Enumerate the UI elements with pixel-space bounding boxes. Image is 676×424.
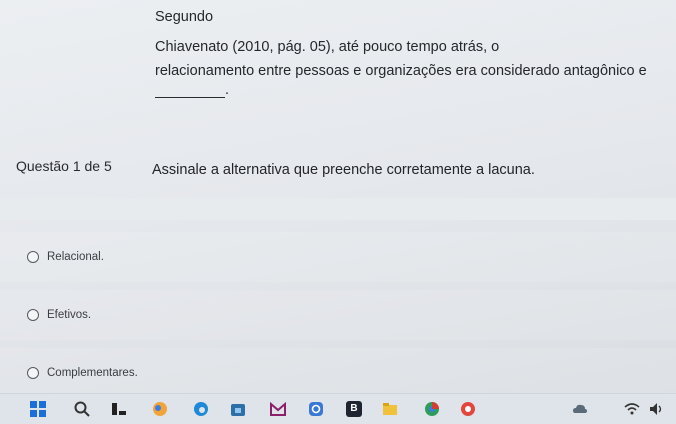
- volume-icon[interactable]: [648, 401, 664, 417]
- option-item[interactable]: Efetivos.: [0, 290, 676, 340]
- search-icon[interactable]: [74, 401, 90, 417]
- question-text-line2: Chiavenato (2010, pág. 05), até pouco te…: [155, 39, 500, 55]
- widgets-icon[interactable]: [152, 401, 168, 417]
- question-text-line3: relacionamento entre pessoas e organizaç…: [155, 63, 647, 79]
- music-app-icon[interactable]: [460, 401, 476, 417]
- wifi-icon[interactable]: [624, 401, 640, 417]
- app-b-icon[interactable]: B: [346, 401, 362, 417]
- radio-button[interactable]: [27, 309, 39, 321]
- radio-button[interactable]: [27, 367, 39, 379]
- mail-icon[interactable]: [270, 401, 286, 417]
- question-counter: Questão 1 de 5: [16, 158, 112, 174]
- option-label: Relacional.: [47, 251, 104, 263]
- option-label: Efetivos.: [47, 309, 92, 321]
- chrome-icon[interactable]: [424, 401, 440, 417]
- option-label: Complementares.: [47, 367, 138, 379]
- question-prompt: Assinale a alternativa que preenche corr…: [152, 162, 535, 178]
- option-item[interactable]: Relacional.: [0, 232, 676, 282]
- instagram-icon[interactable]: [308, 401, 324, 417]
- cloud-icon[interactable]: [572, 401, 588, 417]
- taskbar: B: [0, 393, 676, 424]
- question-blank: .: [155, 82, 229, 98]
- store-icon[interactable]: [230, 401, 246, 417]
- divider-band: [0, 198, 676, 220]
- windows-start-icon[interactable]: [30, 401, 46, 417]
- blank-line: [155, 85, 225, 98]
- option-item[interactable]: Complementares.: [0, 348, 676, 398]
- file-explorer-icon[interactable]: [382, 401, 398, 417]
- edge-browser-icon[interactable]: [193, 401, 209, 417]
- blank-end: .: [225, 82, 230, 98]
- question-text-line1: Segundo: [155, 9, 214, 25]
- task-view-icon[interactable]: [111, 401, 127, 417]
- radio-button[interactable]: [27, 251, 39, 263]
